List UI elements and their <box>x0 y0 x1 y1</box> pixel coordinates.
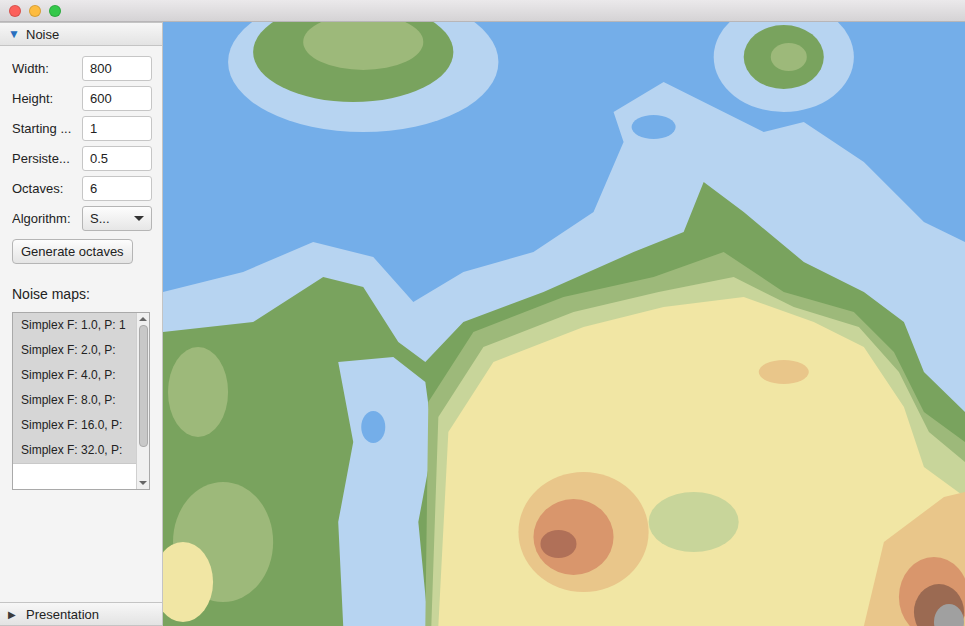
terrain-map <box>163 22 965 626</box>
scroll-down-icon[interactable] <box>139 481 147 485</box>
settings-form: Width:800Height:600Starting ...1Persiste… <box>12 56 150 231</box>
accordion-header[interactable]: ▼ Noise <box>0 22 162 46</box>
field-label: Height: <box>12 91 82 106</box>
field-label: Starting ... <box>12 121 82 136</box>
list-item[interactable]: Simplex F: 32.0, P: <box>13 438 136 463</box>
accordion-header[interactable]: ▶ Presentation <box>0 602 162 626</box>
mainland <box>163 182 965 626</box>
scroll-thumb[interactable] <box>139 325 148 447</box>
generate-button[interactable]: Generate octaves <box>12 239 133 264</box>
close-button[interactable] <box>9 5 21 17</box>
list-item[interactable]: Simplex F: 8.0, P: <box>13 388 136 413</box>
noise-map-list[interactable]: Simplex F: 1.0, P: 1Simplex F: 2.0, P:Si… <box>12 312 150 490</box>
list-item[interactable]: Simplex F: 4.0, P: <box>13 363 136 388</box>
list-label: Noise maps: <box>12 286 150 302</box>
text-field[interactable]: 6 <box>82 176 152 201</box>
text-field[interactable]: 600 <box>82 86 152 111</box>
noise-panel: Width:800Height:600Starting ...1Persiste… <box>0 46 162 602</box>
empty-row <box>13 463 136 489</box>
field-label: Algorithm: <box>12 211 82 226</box>
field-label: Width: <box>12 61 82 76</box>
text-field[interactable]: 800 <box>82 56 152 81</box>
island <box>253 22 824 139</box>
scrollbar[interactable] <box>136 313 149 489</box>
disclosure-icon: ▶ <box>8 609 20 620</box>
list-item[interactable]: Simplex F: 2.0, P: <box>13 338 136 363</box>
sidebar: ▼ Noise Width:800Height:600Starting ...1Pe… <box>0 22 163 626</box>
list-rows: Simplex F: 1.0, P: 1Simplex F: 2.0, P:Si… <box>13 313 136 489</box>
panel-title: Noise <box>26 27 59 42</box>
algorithm-combo[interactable]: S... <box>82 206 152 231</box>
field-label: Octaves: <box>12 181 82 196</box>
scroll-up-icon[interactable] <box>139 317 147 321</box>
panel-title: Presentation <box>26 607 99 622</box>
combo-value: S... <box>90 211 110 226</box>
main-area: ▼ Noise Width:800Height:600Starting ...1Pe… <box>0 22 965 626</box>
text-field[interactable]: 1 <box>82 116 152 141</box>
shallow-water <box>163 22 965 626</box>
dropdown-arrow-icon <box>134 216 144 221</box>
text-field[interactable]: 0.5 <box>82 146 152 171</box>
list-item[interactable]: Simplex F: 16.0, P: <box>13 413 136 438</box>
disclosure-icon: ▼ <box>8 27 20 41</box>
minimize-button[interactable] <box>29 5 41 17</box>
list-item[interactable]: Simplex F: 1.0, P: 1 <box>13 313 136 338</box>
title-bar <box>0 0 965 22</box>
app-window: ▼ Noise Width:800Height:600Starting ...1Pe… <box>0 0 965 626</box>
map-view <box>163 22 965 626</box>
zoom-button[interactable] <box>49 5 61 17</box>
field-label: Persiste... <box>12 151 82 166</box>
